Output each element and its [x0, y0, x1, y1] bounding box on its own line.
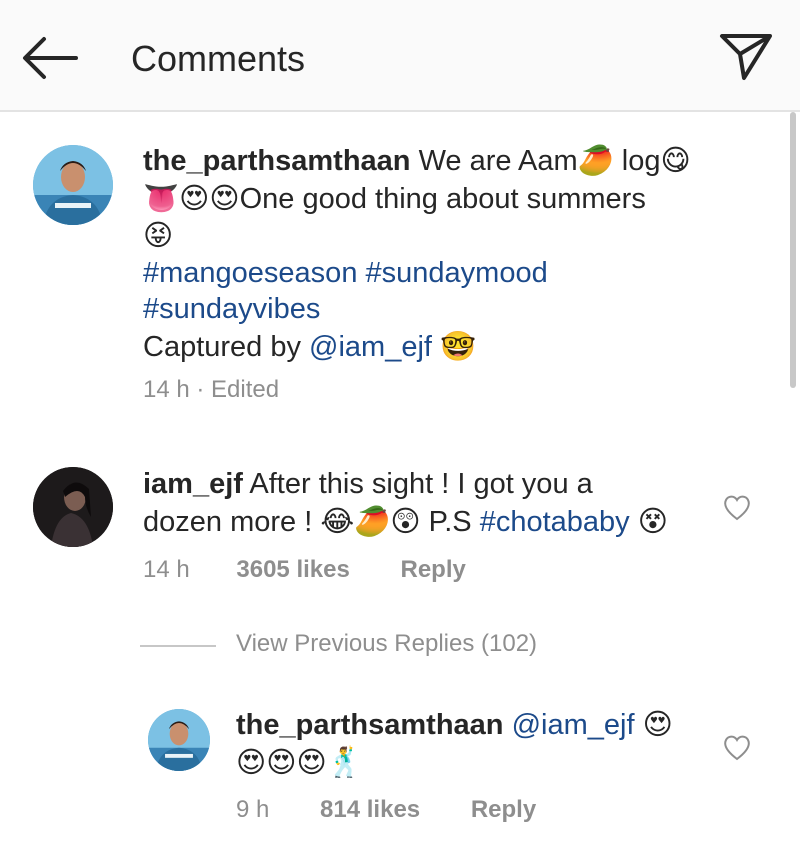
- avatar[interactable]: [33, 145, 113, 225]
- mention-iam-ejf[interactable]: @iam_ejf: [512, 709, 635, 741]
- comment-timestamp: 14 h: [143, 556, 190, 583]
- avatar-photo: [33, 145, 113, 225]
- avatar[interactable]: [148, 709, 210, 771]
- caption-username[interactable]: the_parthsamthaan: [143, 145, 411, 177]
- heart-icon[interactable]: [722, 493, 752, 521]
- page-title: Comments: [131, 38, 306, 79]
- scrollbar[interactable]: [790, 112, 796, 388]
- tongue-emoji: 👅😍😍: [143, 180, 240, 215]
- reply-meta: 9 h 814 likes Reply: [236, 796, 536, 824]
- arrow-left-icon[interactable]: [20, 35, 80, 81]
- mango-emoji: 🥭: [577, 143, 614, 177]
- reply-timestamp: 9 h: [236, 796, 270, 823]
- header-bar: Comments: [0, 0, 800, 112]
- caption-meta: 14 h · Edited: [143, 376, 280, 403]
- yum-emoji: 😋: [660, 143, 691, 177]
- heart-eyes-emoji: 😍: [642, 707, 673, 741]
- reply-username[interactable]: the_parthsamthaan: [236, 709, 504, 741]
- laughing-emoji: 😂🥭😲: [320, 503, 421, 538]
- nerd-emoji: 🤓: [440, 328, 477, 363]
- hashtag-sundayvibes[interactable]: #sundayvibes: [143, 293, 320, 325]
- caption-timestamp: 14 h: [143, 376, 190, 403]
- reply-text: the_parthsamthaan @iam_ejf 😍 😍😍😍🕺: [236, 706, 716, 781]
- hashtag-chotababy[interactable]: #chotababy: [480, 506, 630, 538]
- avatar[interactable]: [33, 467, 113, 547]
- mention-iam-ejf[interactable]: @iam_ejf: [309, 331, 432, 363]
- comment-likes[interactable]: 3605 likes: [236, 556, 349, 583]
- view-previous-replies-link[interactable]: View Previous Replies (102): [236, 630, 537, 658]
- divider-line: [140, 645, 216, 647]
- squint-tongue-emoji: 😝: [143, 218, 174, 252]
- avatar-photo: [33, 467, 113, 547]
- comment-text: iam_ejf After this sight ! I got you a d…: [143, 468, 668, 538]
- caption-text: the_parthsamthaan We are Aam🥭 log😋 👅😍😍On…: [143, 143, 691, 363]
- comment-meta: 14 h 3605 likes Reply: [143, 556, 466, 584]
- paper-plane-icon[interactable]: [718, 30, 774, 82]
- edited-label: Edited: [211, 376, 280, 403]
- reply-likes[interactable]: 814 likes: [320, 796, 420, 823]
- hashtag-sundaymood[interactable]: #sundaymood: [366, 257, 548, 289]
- comment-reply-button[interactable]: Reply: [401, 556, 466, 583]
- heart-eyes-emoji: 😍😍😍🕺: [236, 744, 363, 779]
- heart-icon[interactable]: [722, 733, 752, 761]
- reply-reply-button[interactable]: Reply: [471, 796, 536, 823]
- avatar-photo: [148, 709, 210, 771]
- hashtag-mangoeseason[interactable]: #mangoeseason: [143, 257, 357, 289]
- dizzy-emoji: 😵: [637, 503, 668, 538]
- comment-username[interactable]: iam_ejf: [143, 468, 243, 500]
